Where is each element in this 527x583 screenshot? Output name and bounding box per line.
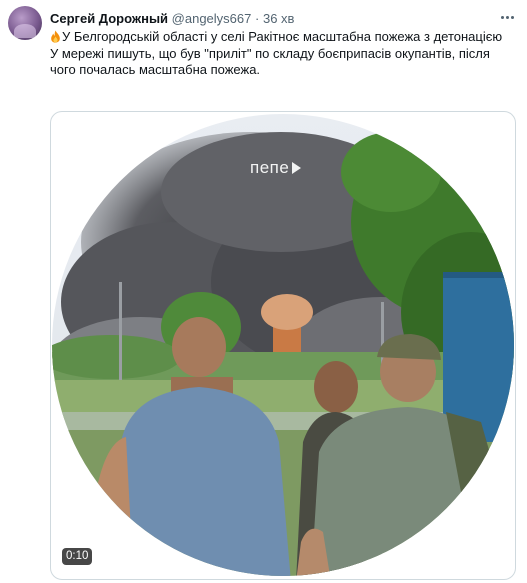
avatar[interactable] <box>8 6 42 40</box>
timestamp[interactable]: 36 хв <box>263 11 294 26</box>
tweet-header: Сергей Дорожный @angelys667 · 36 хв <box>50 10 487 28</box>
watermark: пепе <box>250 158 301 178</box>
author-name[interactable]: Сергей Дорожный <box>50 11 168 26</box>
video-duration-badge: 0:10 <box>62 548 93 565</box>
tweet-line-1: У Белгородській області у селі Ракітноє … <box>62 29 503 44</box>
separator: · <box>255 11 260 26</box>
video-player[interactable]: пепе 0:10 <box>50 111 516 580</box>
author-handle[interactable]: @angelys667 <box>172 11 252 26</box>
tweet[interactable]: Сергей Дорожный @angelys667 · 36 хв У Бе… <box>0 0 527 583</box>
tweet-text: У Белгородській області у селі Ракітноє … <box>50 29 510 79</box>
more-options-icon[interactable] <box>497 8 517 26</box>
tweet-line-2: У мережі пишуть, що був "приліт" по скла… <box>50 45 490 78</box>
fire-icon <box>51 30 60 43</box>
video-frame[interactable] <box>51 112 515 579</box>
